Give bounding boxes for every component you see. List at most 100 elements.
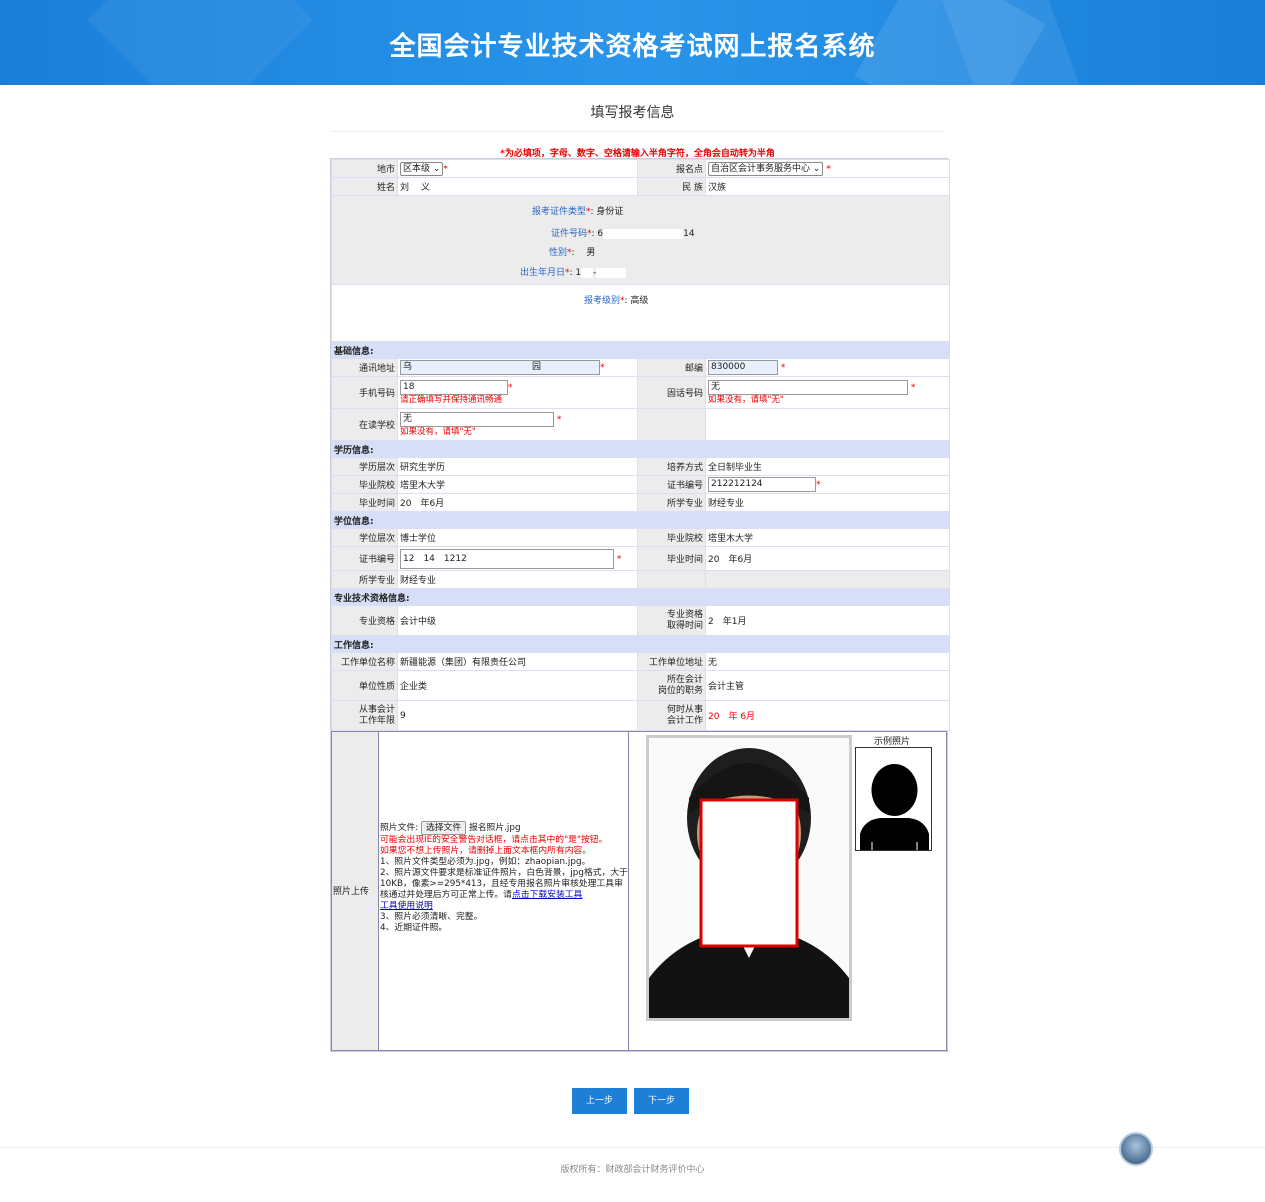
zip-input[interactable]: 830000 <box>708 360 778 375</box>
city-label: 地市 <box>332 160 398 178</box>
deg-major-label: 所学专业 <box>332 571 398 589</box>
work-post-value: 会计主管 <box>706 671 950 701</box>
edu-major-value: 财经专业 <box>706 494 950 512</box>
rule-2: 2、照片源文件要求是标准证件照片，白色背景，jpg格式，大于10KB，像素>=2… <box>380 868 628 912</box>
deg-time-label: 毕业时间 <box>638 547 706 571</box>
level-value: 高级 <box>630 296 648 306</box>
deg-level-value: 博士学位 <box>398 529 638 547</box>
school-hint: 如果没有，请填"无" <box>400 427 635 438</box>
prev-button[interactable]: 上一步 <box>572 1088 627 1114</box>
qual-value: 会计中级 <box>398 606 638 636</box>
work-start-label: 何时从事会计工作 <box>638 701 706 731</box>
edu-time-label: 毕业时间 <box>332 494 398 512</box>
site-title: 全国会计专业技术资格考试网上报名系统 <box>0 26 1265 63</box>
section-basic: 基础信息: <box>332 342 950 359</box>
no-upload-hint: 如果您不想上传照片，请删掉上面文本框内所有内容。 <box>380 846 628 857</box>
name-value: 刘义 <box>398 178 638 196</box>
photo-upload-area: 照片上传 照片文件: 选择文件 报名照片.jpg 可能会出现IE的安全警告对话框… <box>331 731 947 1051</box>
divider <box>0 1147 1265 1148</box>
work-years-value: 9 <box>398 701 638 731</box>
work-unit-label: 工作单位名称 <box>332 653 398 671</box>
work-nature-label: 单位性质 <box>332 671 398 701</box>
section-qualification: 专业技术资格信息: <box>332 589 950 606</box>
city-select[interactable]: 区本级 ⌄ <box>400 162 443 176</box>
edu-mode-value: 全日制毕业生 <box>706 458 950 476</box>
page-title: 填写报考信息 <box>0 102 1265 122</box>
qual-label: 专业资格 <box>332 606 398 636</box>
edu-cert-input[interactable]: 212212124 <box>708 477 816 492</box>
level-label: 报考级别 <box>584 296 620 306</box>
tool-usage-link[interactable]: 工具使用说明 <box>380 901 433 911</box>
tel-hint: 如果没有，请填"无" <box>708 395 947 406</box>
edu-level-value: 研究生学历 <box>398 458 638 476</box>
uploaded-photo <box>646 735 852 1021</box>
choose-file-button[interactable]: 选择文件 <box>421 821 466 835</box>
qual-time-value: 2 年1月 <box>706 606 950 636</box>
edu-cert-label: 证书编号 <box>638 476 706 494</box>
floating-widget-icon[interactable] <box>1119 1132 1153 1166</box>
section-work: 工作信息: <box>332 636 950 653</box>
header-banner: 全国会计专业技术资格考试网上报名系统 <box>0 0 1265 85</box>
phone-input[interactable]: 18 <box>400 380 508 395</box>
id-info-block: 报考证件类型*: 身份证 证件号码*: 614 性别*: 男 出生年月日*: 1… <box>332 196 949 284</box>
site-label: 报名点 <box>638 160 706 178</box>
work-years-label: 从事会计工作年限 <box>332 701 398 731</box>
id-type-label: 报考证件类型 <box>532 207 586 217</box>
rule-1: 1、照片文件类型必须为.jpg，例如：zhaopian.jpg。 <box>380 857 628 868</box>
site-select[interactable]: 自治区会计事务服务中心 ⌄ <box>708 162 823 176</box>
next-button[interactable]: 下一步 <box>634 1088 689 1114</box>
phone-hint: 请正确填写并保持通讯畅通 <box>400 395 635 406</box>
edu-time-value: 20 年6月 <box>398 494 638 512</box>
edu-school-value: 塔里木大学 <box>398 476 638 494</box>
ethnic-value: 汉族 <box>706 178 950 196</box>
sample-photo <box>855 747 932 851</box>
rule-3: 3、照片必须清晰、完整。 <box>380 912 628 923</box>
ie-warning: 可能会出现IE的安全警告对话框，请点击其中的"是"按钮。 <box>380 835 628 846</box>
birth-value: 1- <box>575 268 626 278</box>
address-label: 通讯地址 <box>332 359 398 377</box>
deg-time-value: 20 年6月 <box>706 547 950 571</box>
id-type-value: 身份证 <box>596 207 623 217</box>
section-degree: 学位信息: <box>332 512 950 529</box>
divider <box>330 131 945 132</box>
registration-form: 地市 区本级 ⌄* 报名点 自治区会计事务服务中心 ⌄ * 姓名 刘义 民 族 … <box>330 158 948 1052</box>
deg-cert-label: 证书编号 <box>332 547 398 571</box>
tel-input[interactable]: 无 <box>708 380 908 395</box>
school-input[interactable]: 无 <box>400 412 554 427</box>
sample-photo-label: 示例照片 <box>874 734 910 747</box>
edu-major-label: 所学专业 <box>638 494 706 512</box>
download-tool-link[interactable]: 点击下载安装工具 <box>512 890 582 900</box>
gender-value: 男 <box>586 248 595 258</box>
deg-cert-input[interactable]: 12 14 1212 <box>400 549 614 569</box>
address-input[interactable]: 乌园 <box>400 360 600 375</box>
edu-school-label: 毕业院校 <box>332 476 398 494</box>
zip-label: 邮编 <box>638 359 706 377</box>
work-start-value: 20 年 6月 <box>706 701 950 731</box>
name-label: 姓名 <box>332 178 398 196</box>
level-block: 报考级别*: 高级 <box>332 285 949 341</box>
id-no-label: 证件号码 <box>551 229 587 239</box>
deg-school-value: 塔里木大学 <box>706 529 950 547</box>
work-post-label: 所在会计岗位的职务 <box>638 671 706 701</box>
phone-label: 手机号码 <box>332 377 398 409</box>
work-nature-value: 企业类 <box>398 671 638 701</box>
work-addr-value: 无 <box>706 653 950 671</box>
id-no-value: 614 <box>597 229 694 239</box>
deg-school-label: 毕业院校 <box>638 529 706 547</box>
rule-4: 4、近期证件照。 <box>380 923 628 934</box>
ethnic-label: 民 族 <box>638 178 706 196</box>
school-label: 在读学校 <box>332 409 398 441</box>
deg-level-label: 学位层次 <box>332 529 398 547</box>
work-unit-value: 新疆能源（集团）有限责任公司 <box>398 653 638 671</box>
work-addr-label: 工作单位地址 <box>638 653 706 671</box>
edu-level-label: 学历层次 <box>332 458 398 476</box>
section-education: 学历信息: <box>332 441 950 458</box>
deg-major-value: 财经专业 <box>398 571 638 589</box>
photo-instructions: 照片文件: 选择文件 报名照片.jpg 可能会出现IE的安全警告对话框，请点击其… <box>380 821 628 934</box>
photo-upload-label: 照片上传 <box>333 884 369 897</box>
file-name: 报名照片.jpg <box>469 823 521 833</box>
footer-copyright: 版权所有：财政部会计财务评价中心 <box>0 1162 1265 1175</box>
gender-label: 性别 <box>549 248 567 258</box>
birth-label: 出生年月日 <box>520 268 565 278</box>
qual-time-label: 专业资格取得时间 <box>638 606 706 636</box>
